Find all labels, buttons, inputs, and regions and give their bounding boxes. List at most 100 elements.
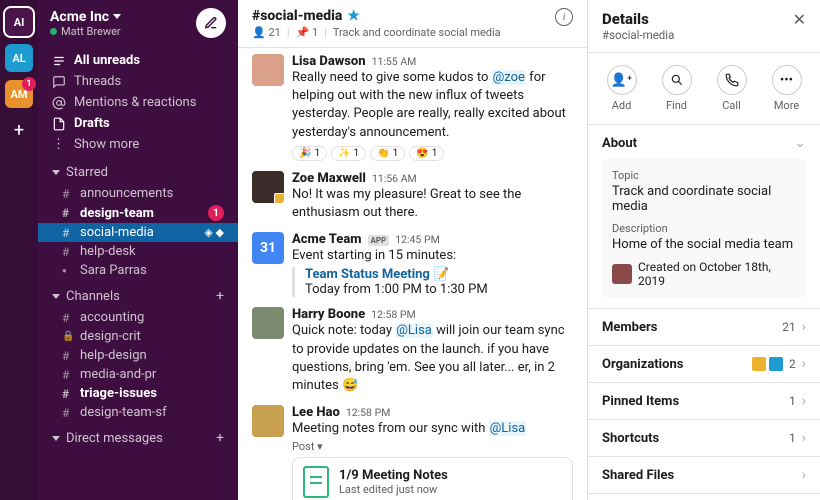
message-author[interactable]: Acme Team [292, 232, 362, 247]
description-label: Description [612, 222, 796, 235]
details-panel: Details #social-media ✕ 👤⁺Add Find Call … [588, 0, 820, 500]
star-icon[interactable]: ★ [347, 8, 360, 24]
nav-show-more[interactable]: ⋮Show more [38, 134, 238, 155]
chevron-down-icon: ⌄ [794, 135, 806, 151]
workspace-switch-am[interactable]: AM1 [5, 80, 33, 108]
channel-social-media[interactable]: #social-media◈ ◆ [38, 223, 238, 242]
message-author[interactable]: Lisa Dawson [292, 54, 366, 69]
channel-help-desk[interactable]: #help-desk [38, 242, 238, 261]
topic-value[interactable]: Track and coordinate social media [612, 184, 796, 214]
workspace-switch-ai[interactable]: AI [5, 8, 33, 36]
nav-drafts[interactable]: Drafts [38, 113, 238, 134]
mention[interactable]: @Lisa [395, 323, 433, 338]
event-time: Today from 1:00 PM to 1:30 PM [305, 282, 573, 297]
message-author[interactable]: Zoe Maxwell [292, 171, 366, 186]
dm-sara-parras[interactable]: ●Sara Parras [38, 261, 238, 280]
avatar[interactable] [252, 54, 284, 86]
members-row[interactable]: Members21› [602, 319, 806, 335]
message-time: 11:56 AM [372, 172, 417, 185]
member-count-icon[interactable]: 👤 21 [252, 26, 281, 39]
workspace-badge: 1 [22, 77, 36, 91]
section-dms-header[interactable]: Direct messages+ [38, 426, 238, 450]
avatar[interactable] [252, 171, 284, 203]
channel-help-design[interactable]: #help-design [38, 346, 238, 365]
post-subtitle: Last edited just now [339, 483, 448, 496]
event-title[interactable]: Team Status Meeting 📝 [305, 267, 573, 282]
pin-count-icon[interactable]: 📌 1 [296, 26, 319, 39]
post-label[interactable]: Post ▾ [292, 440, 573, 453]
message-time: 11:55 AM [372, 55, 417, 68]
about-toggle[interactable]: About⌄ [602, 135, 806, 151]
message: 31 Acme TeamAPP12:45 PM Event starting i… [252, 232, 573, 297]
reaction[interactable]: 😍1 [409, 146, 444, 161]
channel-media-and-pr[interactable]: #media-and-pr [38, 365, 238, 384]
search-icon [662, 65, 692, 95]
message-text: No! It was my pleasure! Great to see the… [292, 186, 573, 222]
chat-pane: #social-media★ 👤 21| 📌 1| Track and coor… [238, 0, 588, 500]
mention[interactable]: @Lisa [489, 421, 527, 436]
add-workspace-button[interactable]: + [5, 116, 33, 144]
add-person-icon: 👤⁺ [607, 65, 637, 95]
avatar[interactable] [252, 405, 284, 437]
details-title: Details [602, 10, 674, 28]
nav-mentions[interactable]: Mentions & reactions [38, 92, 238, 113]
description-value[interactable]: Home of the social media team [612, 237, 796, 252]
shared-files-row[interactable]: Shared Files› [602, 467, 806, 483]
caret-down-icon [52, 436, 60, 441]
compose-button[interactable] [196, 8, 226, 38]
channel-design-team[interactable]: #design-team1 [38, 203, 238, 223]
message-text: Meeting notes from our sync with @Lisa [292, 420, 573, 438]
channel-accounting[interactable]: #accounting [38, 308, 238, 327]
call-action[interactable]: Call [717, 65, 747, 112]
avatar[interactable] [252, 307, 284, 339]
nav-all-unreads[interactable]: All unreads [38, 50, 238, 71]
channel-header: #social-media★ 👤 21| 📌 1| Track and coor… [238, 0, 587, 48]
chevron-right-icon: › [802, 467, 806, 483]
message-author[interactable]: Harry Boone [292, 307, 365, 322]
message-text: Really need to give some kudos to @zoe f… [292, 69, 573, 142]
presence-indicator [50, 28, 57, 35]
section-starred-header[interactable]: Starred [38, 161, 238, 184]
post-attachment[interactable]: 1/9 Meeting Notes Last edited just now [292, 457, 573, 500]
more-icon: ••• [772, 65, 802, 95]
add-channel-button[interactable]: + [216, 288, 224, 304]
unread-badge: 1 [208, 205, 224, 221]
caret-down-icon [52, 294, 60, 299]
creator-avatar[interactable] [612, 264, 632, 284]
channel-triage-issues[interactable]: #triage-issues [38, 384, 238, 403]
channel-design-team-sf[interactable]: #design-team-sf [38, 403, 238, 422]
info-icon[interactable]: i [555, 8, 573, 26]
chevron-right-icon: › [802, 393, 806, 409]
pinned-row[interactable]: Pinned Items1› [602, 393, 806, 409]
workspace-switch-al[interactable]: AL [5, 44, 33, 72]
add-action[interactable]: 👤⁺Add [607, 65, 637, 112]
org-badge-icon [274, 193, 284, 203]
channel-design-crit[interactable]: 🔒design-crit [38, 327, 238, 346]
message-text: Event starting in 15 minutes: [292, 247, 573, 265]
channel-topic[interactable]: Track and coordinate social media [333, 26, 501, 39]
channel-name[interactable]: #social-media [252, 8, 342, 24]
mention[interactable]: @zoe [492, 70, 526, 85]
message-author[interactable]: Lee Hao [292, 405, 340, 420]
close-icon[interactable]: ✕ [793, 10, 806, 29]
reaction[interactable]: 🎉1 [292, 146, 327, 161]
more-action[interactable]: •••More [772, 65, 802, 112]
reaction[interactable]: 👏1 [370, 146, 405, 161]
message-time: 12:58 PM [346, 406, 391, 419]
message-time: 12:58 PM [371, 308, 416, 321]
message-time: 12:45 PM [395, 233, 440, 246]
workspace-rail: AI AL AM1 + [0, 0, 38, 500]
message-list: Lisa Dawson 11:55 AM Really need to give … [238, 48, 587, 500]
shared-channel-icons: ◈ ◆ [204, 226, 224, 239]
reaction[interactable]: ✨1 [331, 146, 366, 161]
find-action[interactable]: Find [662, 65, 692, 112]
add-dm-button[interactable]: + [216, 430, 224, 446]
shortcuts-row[interactable]: Shortcuts1› [602, 430, 806, 446]
document-icon [303, 466, 329, 498]
avatar[interactable]: 31 [252, 232, 284, 264]
organizations-row[interactable]: Organizations2› [602, 356, 806, 372]
section-channels-header[interactable]: Channels+ [38, 284, 238, 308]
nav-threads[interactable]: Threads [38, 71, 238, 92]
channel-announcements[interactable]: #announcements [38, 184, 238, 203]
workspace-header[interactable]: Acme Inc Matt Brewer [38, 0, 238, 46]
